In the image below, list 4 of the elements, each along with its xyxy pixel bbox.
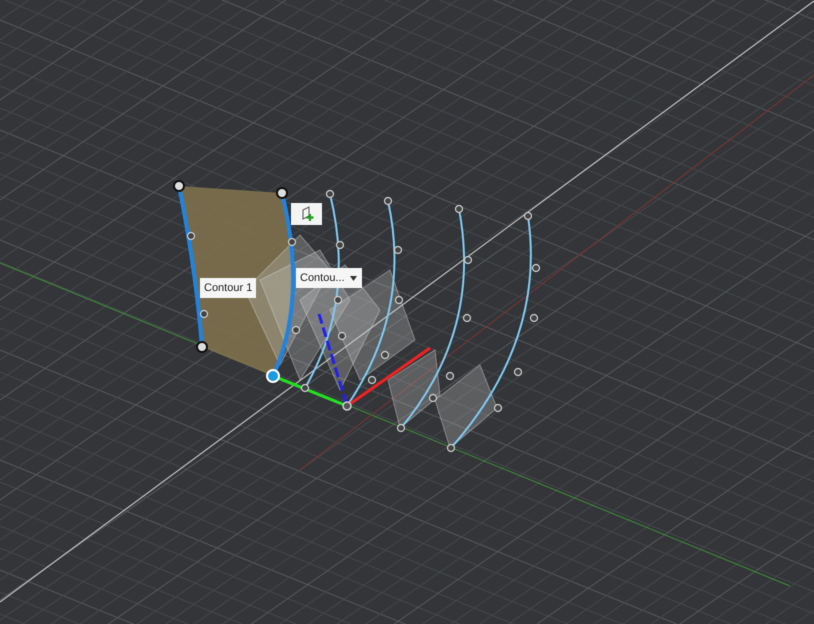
add-plane-button[interactable] — [291, 203, 322, 225]
contour-label: Contour 1 — [200, 278, 256, 298]
contour-dropdown[interactable]: Contou... — [296, 268, 362, 288]
caret-icon — [350, 276, 357, 280]
